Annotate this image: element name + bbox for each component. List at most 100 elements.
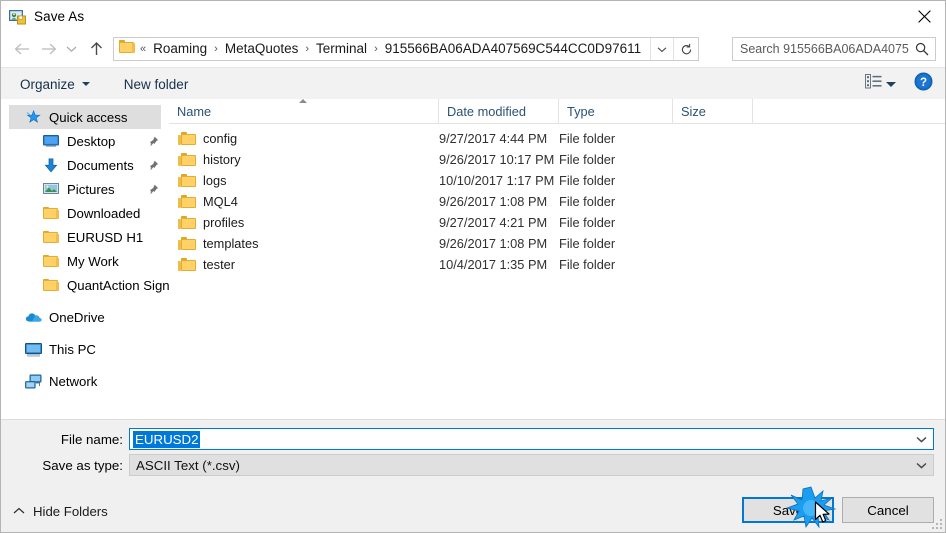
- column-header-name[interactable]: Name: [169, 99, 439, 123]
- organize-label: Organize: [20, 76, 75, 92]
- up-arrow-icon[interactable]: [83, 35, 109, 63]
- sidebar-item-quick-access[interactable]: Quick access: [9, 105, 161, 129]
- table-row[interactable]: templates 9/26/2017 1:08 PM File folder: [169, 233, 945, 254]
- cell-type: File folder: [559, 152, 616, 167]
- table-row[interactable]: config 9/27/2017 4:44 PM File folder: [169, 128, 945, 149]
- folder-icon: [119, 40, 135, 58]
- table-row[interactable]: MQL4 9/26/2017 1:08 PM File folder: [169, 191, 945, 212]
- column-header-label: Name: [177, 103, 212, 119]
- new-folder-label: New folder: [123, 76, 189, 92]
- cell-type: File folder: [559, 215, 616, 230]
- address-bar[interactable]: « Roaming › MetaQuotes › Terminal › 9155…: [113, 37, 699, 61]
- column-headers: Name Date modified Type Size: [169, 99, 945, 124]
- cell-date: 9/27/2017 4:44 PM: [439, 131, 548, 146]
- column-header-label: Size: [681, 103, 706, 119]
- folder-icon: [41, 252, 61, 270]
- pictures-icon: [41, 180, 61, 198]
- sidebar-item-label: This PC: [49, 341, 96, 357]
- forward-arrow-icon[interactable]: [35, 35, 61, 63]
- sidebar-item-pictures[interactable]: Pictures: [1, 177, 169, 201]
- organize-button[interactable]: Organize: [11, 73, 99, 96]
- sidebar-item-network[interactable]: Network: [1, 369, 169, 393]
- folder-icon: [41, 204, 61, 222]
- sidebar-item-label: Network: [49, 373, 98, 389]
- breadcrumb-overflow[interactable]: «: [135, 38, 151, 60]
- sidebar-item-my-work[interactable]: My Work: [1, 249, 169, 273]
- sidebar-item-downloaded[interactable]: Downloaded: [1, 201, 169, 225]
- folder-icon: [41, 276, 61, 294]
- sidebar-item-quantaction-signal[interactable]: QuantAction Signal: [1, 273, 169, 297]
- svg-text:?: ?: [920, 77, 927, 89]
- save-form: File name: EURUSD2 Save as type: ASCII T…: [1, 419, 945, 495]
- save-button[interactable]: Save: [742, 497, 834, 523]
- cell-name: logs: [203, 173, 227, 188]
- breadcrumb-item-metaquotes[interactable]: MetaQuotes: [223, 38, 301, 60]
- view-layout-icon[interactable]: [865, 74, 882, 94]
- this-pc-icon: [23, 340, 43, 358]
- search-icon[interactable]: [909, 42, 935, 56]
- file-name-value: EURUSD2: [133, 430, 200, 448]
- breadcrumb-item-roaming[interactable]: Roaming: [151, 38, 209, 60]
- cancel-button[interactable]: Cancel: [842, 497, 934, 523]
- sidebar-item-label: EURUSD H1: [67, 229, 144, 245]
- title-bar: Save As: [1, 1, 945, 31]
- save-as-icon: [9, 8, 26, 25]
- cell-date: 9/26/2017 1:08 PM: [439, 194, 548, 209]
- cell-date: 10/4/2017 1:35 PM: [439, 257, 548, 272]
- chevron-down-icon[interactable]: [886, 81, 896, 87]
- cell-date: 9/26/2017 10:17 PM: [439, 152, 555, 167]
- pin-icon[interactable]: [148, 158, 159, 176]
- network-icon: [23, 372, 43, 390]
- cell-type: File folder: [559, 131, 616, 146]
- save-as-type-select[interactable]: ASCII Text (*.csv): [129, 454, 934, 476]
- refresh-icon[interactable]: [673, 38, 698, 60]
- cell-type: File folder: [559, 236, 616, 251]
- cell-name: tester: [203, 257, 236, 272]
- breadcrumb-item-terminal[interactable]: Terminal: [314, 38, 369, 60]
- pin-icon[interactable]: [148, 134, 159, 152]
- cell-name: config: [203, 131, 238, 146]
- back-arrow-icon[interactable]: [9, 35, 35, 63]
- address-dropdown-icon[interactable]: [650, 38, 673, 60]
- table-row[interactable]: profiles 9/27/2017 4:21 PM File folder: [169, 212, 945, 233]
- column-header-label: Date modified: [447, 103, 526, 119]
- column-header-size[interactable]: Size: [673, 99, 753, 123]
- column-header-type[interactable]: Type: [559, 99, 673, 123]
- window-title: Save As: [34, 8, 85, 24]
- breadcrumb-separator: ›: [214, 43, 218, 55]
- hide-folders-label: Hide Folders: [33, 503, 108, 519]
- table-row[interactable]: logs 10/10/2017 1:17 PM File folder: [169, 170, 945, 191]
- documents-icon: [41, 156, 61, 174]
- chevron-down-icon[interactable]: [916, 436, 927, 443]
- file-name-label: File name:: [60, 432, 123, 447]
- new-folder-button[interactable]: New folder: [115, 73, 198, 96]
- sidebar-item-desktop[interactable]: Desktop: [1, 129, 169, 153]
- chevron-down-icon[interactable]: [916, 462, 927, 469]
- star-icon: [23, 108, 43, 126]
- sidebar-item-this-pc[interactable]: This PC: [1, 337, 169, 361]
- table-row[interactable]: tester 10/4/2017 1:35 PM File folder: [169, 254, 945, 275]
- search-placeholder: Search 915566BA06ADA40756...: [740, 42, 909, 56]
- chevron-down-icon[interactable]: [61, 35, 81, 63]
- breadcrumb-item-guid[interactable]: 915566BA06ADA407569C544CC0D97611: [383, 38, 643, 60]
- chevron-up-icon: [13, 502, 25, 520]
- file-name-input[interactable]: EURUSD2: [129, 428, 934, 450]
- sidebar-item-documents[interactable]: Documents: [1, 153, 169, 177]
- close-icon[interactable]: [901, 1, 945, 31]
- pin-icon[interactable]: [148, 182, 159, 200]
- table-row[interactable]: history 9/26/2017 10:17 PM File folder: [169, 149, 945, 170]
- breadcrumb-separator: ›: [305, 43, 310, 55]
- help-icon[interactable]: ?: [914, 72, 933, 96]
- resize-grip-icon[interactable]: [932, 519, 944, 531]
- sidebar-item-eurusd-h1[interactable]: EURUSD H1: [1, 225, 169, 249]
- sidebar-item-label: QuantAction Signal: [67, 277, 170, 293]
- search-input[interactable]: Search 915566BA06ADA40756...: [732, 37, 936, 61]
- sidebar-item-onedrive[interactable]: OneDrive: [1, 305, 169, 329]
- cell-name: profiles: [203, 215, 245, 230]
- hide-folders-button[interactable]: Hide Folders: [13, 502, 108, 520]
- cell-type: File folder: [559, 194, 616, 209]
- save-as-type-value: ASCII Text (*.csv): [136, 457, 240, 473]
- file-list-pane: Name Date modified Type Size config 9/27/201…: [169, 99, 945, 419]
- toolbar-right-group: ?: [865, 68, 945, 100]
- column-header-date-modified[interactable]: Date modified: [439, 99, 559, 123]
